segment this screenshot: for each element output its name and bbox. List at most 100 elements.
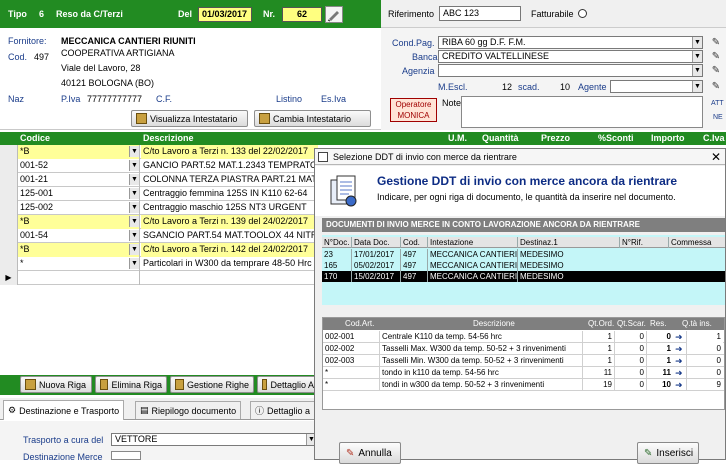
fatturabile-radio[interactable] — [578, 9, 587, 18]
table-row[interactable]: 001-54 ▼ SGANCIO PART.54 MAT.TOOLOX 44 NI… — [0, 229, 318, 243]
col-destinaz: Destinaz.1 — [517, 237, 619, 248]
chevron-down-icon[interactable]: ▼ — [129, 188, 139, 199]
condpag-value: RIBA 60 gg D.F. F.M. — [442, 37, 526, 47]
row-desc[interactable]: COLONNA TERZA PIASTRA PART.21 MAT — [141, 173, 318, 187]
chevron-down-icon[interactable]: ▼ — [129, 174, 139, 185]
table-row[interactable]: 125-002 ▼ Centraggio maschio 125S NT3 URG… — [0, 201, 318, 215]
edit-banca-icon[interactable]: ✎ — [709, 50, 723, 63]
row-desc[interactable]: Centraggio maschio 125S NT3 URGENT — [141, 201, 318, 215]
destinazione-merce-input[interactable] — [111, 451, 141, 460]
edit-agenzia-icon[interactable]: ✎ — [709, 64, 723, 77]
chevron-down-icon[interactable]: ▼ — [129, 160, 139, 171]
banca-select[interactable]: CREDITO VALTELLINESE ▼ — [438, 50, 703, 63]
chevron-down-icon[interactable]: ▼ — [129, 216, 139, 227]
date-field[interactable]: 01/03/2017 — [198, 7, 252, 22]
cell-qtains[interactable]: 0 — [686, 343, 723, 355]
edit-agente-icon[interactable]: ✎ — [709, 80, 723, 93]
row-code[interactable]: *B ▼ — [18, 145, 140, 159]
dettaglio-button[interactable]: Dettaglio A — [257, 376, 319, 393]
edit-tool-button[interactable] — [325, 6, 343, 23]
agente-select[interactable]: ▼ — [610, 80, 703, 93]
row-code[interactable]: * ▼ — [18, 257, 140, 271]
chevron-down-icon: ▼ — [692, 51, 702, 62]
chevron-down-icon[interactable]: ▼ — [129, 230, 139, 241]
table-row[interactable]: 125-001 ▼ Centraggio femmina 125S IN K110… — [0, 187, 318, 201]
cambia-intestatario-button[interactable]: Cambia Intestatario — [254, 110, 371, 127]
document-row[interactable]: 165 05/02/2017 497 MECCANICA CANTIERI ME… — [322, 260, 725, 271]
row-code[interactable]: 125-001 ▼ — [18, 187, 140, 201]
document-row-selected[interactable]: 170 15/02/2017 497 MECCANICA CANTIERI ME… — [322, 271, 725, 282]
row-desc[interactable]: C/to Lavoro a Terzi n. 139 del 24/02/201… — [141, 215, 318, 229]
arrow-right-icon[interactable]: ➜ — [675, 355, 684, 363]
cell-qtains[interactable]: 0 — [686, 367, 723, 379]
table-row[interactable]: *B ▼ C/to Lavoro a Terzi n. 133 del 22/02… — [0, 145, 318, 159]
condpag-select[interactable]: RIBA 60 gg D.F. F.M. ▼ — [438, 36, 703, 49]
trasporto-panel: Trasporto a cura del VETTORE ▼ Destinazi… — [0, 421, 320, 462]
agente-label: Agente — [578, 82, 607, 92]
item-row[interactable]: 002-002 Tasselli Max. W300 da temp. 50-5… — [323, 343, 724, 355]
table-row[interactable]: * ▼ Particolari in W300 da temprare 48-50… — [0, 257, 318, 271]
fatturabile-label: Fatturabile — [531, 9, 574, 19]
table-row-new[interactable]: ▶ — [0, 271, 318, 285]
visualizza-intestatario-button[interactable]: Visualizza Intestatario — [131, 110, 248, 127]
arrow-right-icon[interactable]: ➜ — [675, 343, 684, 351]
row-desc[interactable]: SGANCIO PART.54 MAT.TOOLOX 44 NITR — [141, 229, 318, 243]
section-title: DOCUMENTI DI INVIO MERCE IN CONTO LAVORA… — [322, 218, 725, 232]
table-row[interactable]: *B ▼ C/to Lavoro a Terzi n. 142 del 24/02… — [0, 243, 318, 257]
cell-qtord: 11 — [582, 367, 614, 379]
chevron-down-icon[interactable]: ▼ — [129, 244, 139, 255]
cell-res: 10 — [646, 379, 673, 391]
row-desc[interactable]: Centraggio femmina 125S IN K110 62-64 — [141, 187, 318, 201]
row-code[interactable]: 001-21 ▼ — [18, 173, 140, 187]
row-desc[interactable] — [141, 271, 318, 285]
cell-qtains[interactable]: 0 — [686, 355, 723, 367]
tab-destinazione-label: Destinazione e Trasporto — [19, 405, 120, 416]
row-code[interactable] — [18, 271, 140, 285]
row-code[interactable]: 125-002 ▼ — [18, 201, 140, 215]
cell-qtains[interactable]: 9 — [686, 379, 723, 391]
trasporto-value: VETTORE — [115, 434, 158, 444]
row-code[interactable]: 001-52 ▼ — [18, 159, 140, 173]
riferimento-input[interactable]: ABC 123 — [439, 6, 521, 21]
item-row[interactable]: 002-001 Centrale K110 da temp. 54-56 hrc… — [323, 331, 724, 343]
row-code[interactable]: *B ▼ — [18, 215, 140, 229]
gestione-righe-button[interactable]: Gestione Righe — [170, 376, 254, 393]
row-desc[interactable]: C/to Lavoro a Terzi n. 133 del 22/02/201… — [141, 145, 318, 159]
table-row[interactable]: *B ▼ C/to Lavoro a Terzi n. 139 del 24/02… — [0, 215, 318, 229]
edit-condpag-icon[interactable]: ✎ — [709, 36, 723, 49]
document-row[interactable]: 23 17/01/2017 497 MECCANICA CANTIERI MED… — [322, 249, 725, 260]
row-desc[interactable]: Particolari in W300 da temprare 48-50 Hr… — [141, 257, 318, 271]
item-row[interactable]: * tondo in k110 da temp. 54-56 hrc 11 0 … — [323, 367, 724, 379]
agenzia-select[interactable]: ▼ — [438, 64, 703, 77]
row-indicator — [0, 229, 18, 243]
trasporto-select[interactable]: VETTORE ▼ — [111, 433, 317, 446]
chevron-down-icon[interactable]: ▼ — [129, 258, 139, 269]
note-textarea[interactable] — [461, 96, 703, 128]
number-field[interactable]: 62 — [282, 7, 322, 22]
inserisci-button[interactable]: ✎ Inserisci — [637, 442, 699, 464]
table-row[interactable]: 001-52 ▼ GANCIO PART.52 MAT.1.2343 TEMPRA… — [0, 159, 318, 173]
arrow-right-icon[interactable]: ➜ — [675, 379, 684, 387]
nuova-riga-button[interactable]: Nuova Riga — [20, 376, 92, 393]
row-desc[interactable]: GANCIO PART.52 MAT.1.2343 TEMPRATO — [141, 159, 318, 173]
cell-qtains[interactable]: 1 — [686, 331, 723, 343]
chevron-down-icon[interactable]: ▼ — [129, 202, 139, 213]
row-indicator: ▶ — [0, 271, 18, 285]
tab-destinazione[interactable]: ⚙ Destinazione e Trasporto — [3, 400, 125, 420]
cell-code: 002-002 — [325, 344, 355, 353]
arrow-right-icon[interactable]: ➜ — [675, 367, 684, 375]
tab-riepilogo[interactable]: ▤ Riepilogo documento — [135, 401, 242, 419]
elimina-riga-button[interactable]: Elimina Riga — [95, 376, 167, 393]
tab-dettaglio[interactable]: ⓘ Dettaglio a — [250, 401, 320, 419]
cancel-icon: ✎ — [346, 447, 355, 459]
close-icon[interactable]: ✕ — [711, 149, 721, 165]
table-row[interactable]: 001-21 ▼ COLONNA TERZA PIASTRA PART.21 MA… — [0, 173, 318, 187]
row-code[interactable]: *B ▼ — [18, 243, 140, 257]
annulla-button[interactable]: ✎ Annulla — [339, 442, 401, 464]
item-row[interactable]: 002-003 Tasselli Min. W300 da temp. 50-5… — [323, 355, 724, 367]
row-desc[interactable]: C/to Lavoro a Terzi n. 142 del 24/02/201… — [141, 243, 318, 257]
chevron-down-icon[interactable]: ▼ — [129, 146, 139, 157]
row-code[interactable]: 001-54 ▼ — [18, 229, 140, 243]
item-row[interactable]: * tondi in w300 da temp. 50-52 + 3 rinve… — [323, 379, 724, 391]
arrow-right-icon[interactable]: ➜ — [675, 331, 684, 339]
